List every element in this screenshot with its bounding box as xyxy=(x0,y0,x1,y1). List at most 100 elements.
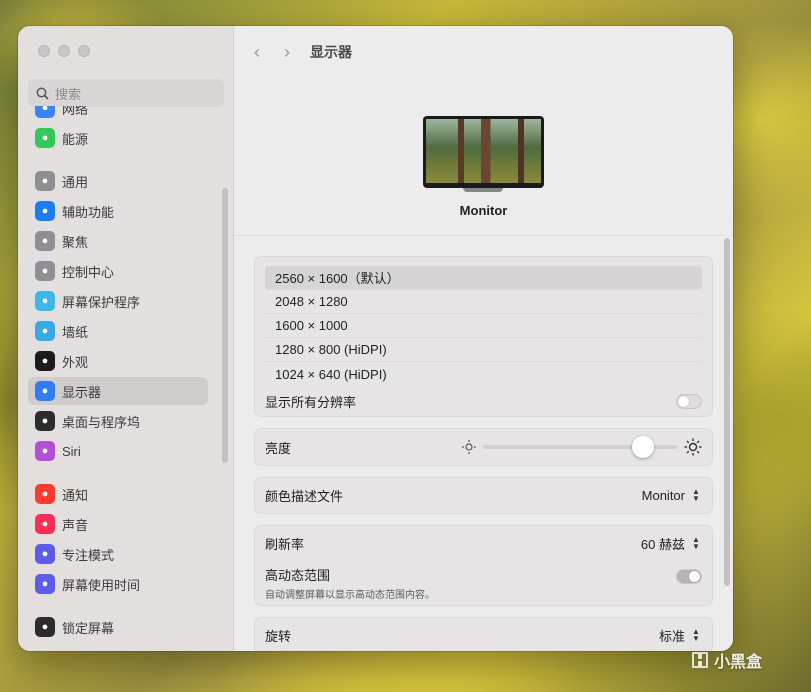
sidebar-item-0[interactable]: ● 网络 xyxy=(28,106,208,122)
sidebar-item-label: 显示器 xyxy=(62,384,102,400)
sidebar-item-label: 控制中心 xyxy=(62,264,115,280)
brightness-high-icon xyxy=(684,438,702,456)
sidebar-item-15[interactable]: ● 屏幕使用时间 xyxy=(28,570,208,598)
sidebar-item-7[interactable]: ● 墙纸 xyxy=(28,317,208,345)
flower-icon: ● xyxy=(35,321,55,341)
resolution-card: 2560 × 1600（默认） 2048 × 1280 1600 × 1000 128… xyxy=(254,256,713,417)
rotation-popup[interactable]: 标准 ▲ ▼ xyxy=(659,626,702,645)
hdr-label: 高动态范围 xyxy=(265,568,331,583)
sidebar-item-label: 外观 xyxy=(62,354,89,370)
siri-icon: ● xyxy=(35,441,55,461)
sidebar-item-11[interactable]: ● Siri xyxy=(28,437,208,465)
battery-icon: ● xyxy=(35,128,55,148)
brightness-slider[interactable] xyxy=(483,436,678,458)
color-profile-card: 颜色描述文件 Monitor ▲ ▼ xyxy=(254,477,713,514)
updown-chevron-icon: ▲ ▼ xyxy=(692,534,700,551)
refresh-rate-popup[interactable]: 60 赫兹 ▲ ▼ xyxy=(641,534,702,553)
sidebar-item-6[interactable]: ● 屏幕保护程序 xyxy=(28,287,208,315)
rotation-value: 标准 xyxy=(658,629,685,644)
sidebar-item-label: 通用 xyxy=(62,174,89,190)
monitor-thumbnail[interactable] xyxy=(423,116,544,192)
resolution-option[interactable]: 2048 × 1280 xyxy=(265,290,702,314)
sidebar-item-12[interactable]: ● 通知 xyxy=(28,480,208,508)
rotation-card: 旋转 标准 ▲ ▼ xyxy=(254,617,713,651)
show-all-resolutions-label: 显示所有分辨率 xyxy=(265,394,357,410)
dock-icon: ● xyxy=(35,411,55,431)
brightness-slider-thumb[interactable] xyxy=(631,436,654,458)
brightness-card: 亮度 xyxy=(254,428,713,466)
sidebar-item-1[interactable]: ● 能源 xyxy=(28,124,208,152)
refresh-hdr-card: 刷新率 60 赫兹 ▲ ▼ 高动态范围 自动调整屏幕以显示高动态范围内容。 xyxy=(254,525,713,606)
color-profile-label: 颜色描述文件 xyxy=(265,489,344,504)
monitor-name: Monitor xyxy=(459,203,508,218)
speaker-icon: ● xyxy=(35,514,55,534)
lock-icon: ● xyxy=(35,617,55,637)
sidebar: 搜索 ● 网络 ● 能源 ● 通用 ● 辅助功能 ● 聚焦 ● 控制中心 ● 屏幕保护程序 ● 墙纸 ● 外观 ● 显… xyxy=(18,26,234,651)
sidebar-item-2[interactable]: ● 通用 xyxy=(28,167,208,195)
back-button[interactable]: ‹ xyxy=(254,42,260,63)
sidebar-item-5[interactable]: ● 控制中心 xyxy=(28,257,208,285)
main-scrollbar[interactable] xyxy=(724,238,730,586)
gear-icon: ● xyxy=(35,171,55,191)
resolution-option[interactable]: 1024 × 640 (HiDPI) xyxy=(265,362,702,386)
sidebar-list: ● 网络 ● 能源 ● 通用 ● 辅助功能 ● 聚焦 ● 控制中心 ● 屏幕保护程序 ● 墙纸 ● 外观 ● 显示器 ●… xyxy=(28,106,213,651)
search-field[interactable]: 搜索 xyxy=(28,79,224,107)
sidebar-item-label: 聚焦 xyxy=(62,234,89,250)
sidebar-scrollbar[interactable] xyxy=(222,188,228,463)
hdr-toggle[interactable] xyxy=(676,569,702,584)
main-pane: ‹ › 显示器 Monitor 2560 × 1600（默认） 2048 × 12… xyxy=(234,26,733,651)
updown-chevron-icon: ▲ ▼ xyxy=(692,626,700,643)
page-title: 显示器 xyxy=(310,44,352,60)
search-placeholder: 搜索 xyxy=(55,86,82,102)
resolution-list: 2560 × 1600（默认） 2048 × 1280 1600 × 1000 128… xyxy=(255,266,712,386)
sidebar-item-3[interactable]: ● 辅助功能 xyxy=(28,197,208,225)
sidebar-item-10[interactable]: ● 桌面与程序坞 xyxy=(28,407,208,435)
refresh-rate-value: 60 赫兹 xyxy=(640,537,685,552)
appearance-icon: ● xyxy=(35,351,55,371)
hdr-description: 自动调整屏幕以显示高动态范围内容。 xyxy=(265,590,435,601)
zoom-button[interactable] xyxy=(78,45,90,57)
resolution-option[interactable]: 1280 × 800 (HiDPI) xyxy=(265,338,702,362)
brightness-label: 亮度 xyxy=(265,440,292,456)
sidebar-item-8[interactable]: ● 外观 xyxy=(28,347,208,375)
sidebar-item-label: 桌面与程序坞 xyxy=(62,414,141,430)
resolution-option[interactable]: 2560 × 1600（默认） xyxy=(265,266,702,290)
color-profile-popup[interactable]: Monitor ▲ ▼ xyxy=(641,486,702,504)
sidebar-item-label: 通知 xyxy=(62,487,89,503)
show-all-resolutions-row: 显示所有分辨率 xyxy=(255,386,712,416)
sidebar-item-label: 屏幕保护程序 xyxy=(62,294,141,310)
sidebar-item-label: Siri xyxy=(62,443,81,459)
resolution-option[interactable]: 1600 × 1000 xyxy=(265,314,702,338)
watermark: 小黑盒 xyxy=(690,648,762,672)
rotation-label: 旋转 xyxy=(265,629,292,644)
close-button[interactable] xyxy=(38,45,50,57)
moon-icon: ● xyxy=(35,544,55,564)
sidebar-item-4[interactable]: ● 聚焦 xyxy=(28,227,208,255)
accessibility-icon: ● xyxy=(35,201,55,221)
sidebar-item-label: 能源 xyxy=(62,131,89,147)
search-icon: ● xyxy=(35,231,55,251)
toolbar: ‹ › 显示器 xyxy=(234,26,733,78)
sidebar-item-16[interactable]: ● 锁定屏幕 xyxy=(28,613,208,641)
sidebar-item-label: 锁定屏幕 xyxy=(62,620,115,636)
minimize-button[interactable] xyxy=(58,45,70,57)
monitor-stand xyxy=(463,188,503,192)
brightness-low-icon xyxy=(462,440,476,454)
forward-button[interactable]: › xyxy=(284,42,290,63)
settings-window: 搜索 ● 网络 ● 能源 ● 通用 ● 辅助功能 ● 聚焦 ● 控制中心 ● 屏幕保护程序 ● 墙纸 ● 外观 ● 显… xyxy=(18,26,733,651)
color-profile-value: Monitor xyxy=(641,488,685,503)
sidebar-item-14[interactable]: ● 专注模式 xyxy=(28,540,208,568)
display-preview: Monitor xyxy=(234,78,733,236)
updown-chevron-icon: ▲ ▼ xyxy=(692,486,700,503)
sidebar-item-9[interactable]: ● 显示器 xyxy=(28,377,208,405)
watermark-text: 小黑盒 xyxy=(714,654,763,671)
sidebar-item-13[interactable]: ● 声音 xyxy=(28,510,208,538)
screensaver-icon: ● xyxy=(35,291,55,311)
sidebar-item-label: 辅助功能 xyxy=(62,204,115,220)
heybox-logo-icon xyxy=(692,652,708,668)
show-all-resolutions-toggle[interactable] xyxy=(676,393,702,409)
monitor-wallpaper xyxy=(426,119,541,183)
settings-content: 2560 × 1600（默认） 2048 × 1280 1600 × 1000 128… xyxy=(234,236,733,651)
globe-icon: ● xyxy=(35,106,55,118)
refresh-rate-label: 刷新率 xyxy=(265,537,305,552)
